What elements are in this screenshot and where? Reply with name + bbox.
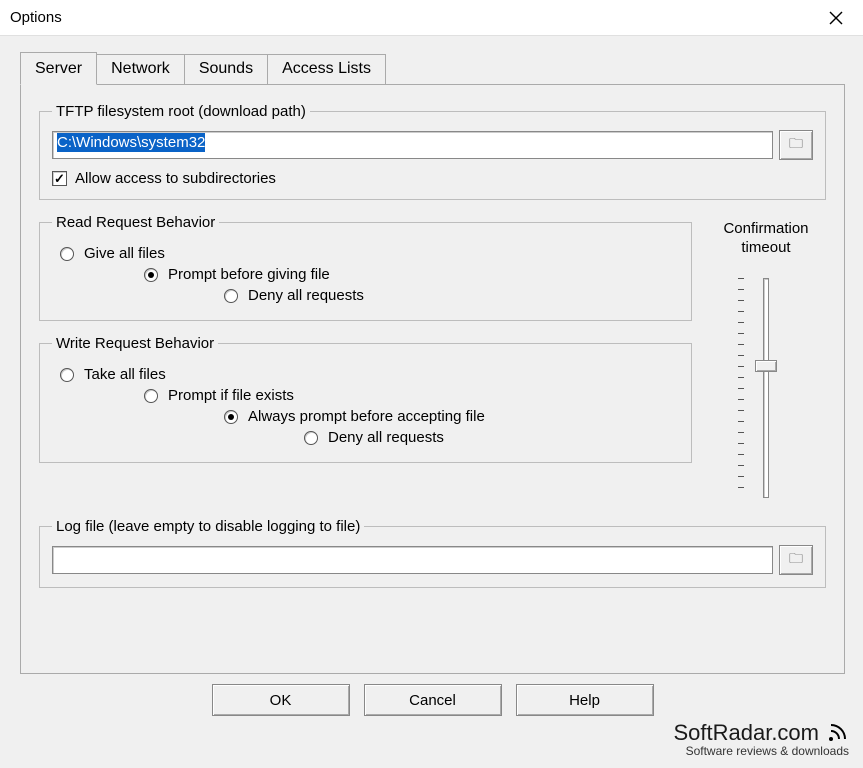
cancel-button[interactable]: Cancel: [364, 684, 502, 716]
slider-ticks: [738, 278, 744, 498]
tab-panel-server: TFTP filesystem root (download path) C:\…: [20, 84, 845, 674]
read-opt-prompt[interactable]: Prompt before giving file: [144, 266, 679, 283]
write-opt-take-all[interactable]: Take all files: [60, 366, 679, 383]
folder-icon: 🗀: [789, 548, 803, 572]
confirmation-timeout-group: Confirmationtimeout: [706, 214, 826, 518]
filesystem-root-input[interactable]: C:\Windows\system32: [52, 131, 773, 159]
allow-subdirs-checkbox[interactable]: [52, 171, 67, 186]
dialog-buttons: OK Cancel Help: [20, 674, 845, 726]
slider-track: [763, 278, 769, 498]
folder-icon: 🗀: [789, 133, 803, 157]
client-area: Server Network Sounds Access Lists TFTP …: [0, 36, 863, 768]
browse-log-button[interactable]: 🗀: [779, 545, 813, 575]
write-opt-always-prompt[interactable]: Always prompt before accepting file: [224, 408, 679, 425]
radio-icon: [60, 368, 74, 382]
slider-thumb-icon: [755, 360, 777, 372]
radio-icon: [144, 268, 158, 282]
radio-label: Give all files: [84, 245, 165, 262]
read-opt-deny[interactable]: Deny all requests: [224, 287, 679, 304]
radio-label: Prompt if file exists: [168, 387, 294, 404]
filesystem-root-legend: TFTP filesystem root (download path): [52, 103, 310, 120]
radio-label: Take all files: [84, 366, 166, 383]
log-file-input[interactable]: [52, 546, 773, 574]
window-title: Options: [10, 9, 62, 26]
read-opt-give-all[interactable]: Give all files: [60, 245, 679, 262]
write-opt-prompt-exists[interactable]: Prompt if file exists: [144, 387, 679, 404]
tab-server[interactable]: Server: [20, 52, 97, 85]
watermark-sub: Software reviews & downloads: [673, 744, 849, 758]
close-button[interactable]: [817, 3, 855, 33]
ok-button[interactable]: OK: [212, 684, 350, 716]
titlebar: Options: [0, 0, 863, 36]
tab-sounds[interactable]: Sounds: [184, 54, 268, 84]
radio-icon: [144, 389, 158, 403]
radio-icon: [224, 289, 238, 303]
log-file-group: Log file (leave empty to disable logging…: [39, 518, 826, 588]
write-behavior-legend: Write Request Behavior: [52, 335, 218, 352]
confirmation-timeout-slider[interactable]: [746, 268, 786, 518]
read-behavior-group: Read Request Behavior Give all files Pro…: [39, 214, 692, 321]
write-behavior-group: Write Request Behavior Take all files Pr…: [39, 335, 692, 463]
confirmation-timeout-label: Confirmationtimeout: [723, 220, 808, 258]
radio-label: Prompt before giving file: [168, 266, 330, 283]
write-opt-deny[interactable]: Deny all requests: [304, 429, 679, 446]
allow-subdirs-label: Allow access to subdirectories: [75, 170, 276, 187]
tab-strip: Server Network Sounds Access Lists: [20, 52, 845, 84]
radio-label: Deny all requests: [248, 287, 364, 304]
filesystem-root-group: TFTP filesystem root (download path) C:\…: [39, 103, 826, 200]
options-dialog: Options Server Network Sounds Access Lis…: [0, 0, 863, 768]
radio-label: Always prompt before accepting file: [248, 408, 485, 425]
help-button[interactable]: Help: [516, 684, 654, 716]
radio-label: Deny all requests: [328, 429, 444, 446]
close-icon: [829, 11, 843, 25]
browse-root-button[interactable]: 🗀: [779, 130, 813, 160]
radio-icon: [304, 431, 318, 445]
read-behavior-legend: Read Request Behavior: [52, 214, 219, 231]
radio-icon: [60, 247, 74, 261]
radio-icon: [224, 410, 238, 424]
tab-network[interactable]: Network: [96, 54, 185, 84]
tab-access-lists[interactable]: Access Lists: [267, 54, 386, 84]
log-file-legend: Log file (leave empty to disable logging…: [52, 518, 364, 535]
